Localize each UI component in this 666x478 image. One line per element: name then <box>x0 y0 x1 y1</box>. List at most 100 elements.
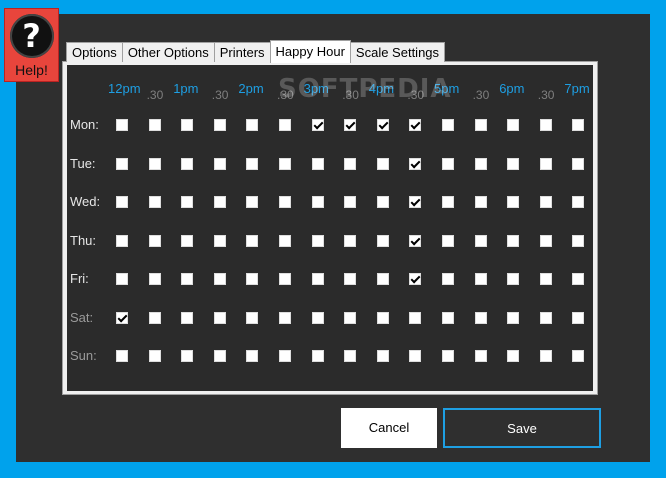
happy-hour-checkbox[interactable] <box>279 234 291 247</box>
happy-hour-checkbox[interactable] <box>213 273 226 285</box>
happy-hour-checkbox[interactable] <box>572 350 585 362</box>
happy-hour-checkbox[interactable] <box>311 157 324 170</box>
happy-hour-checkbox[interactable] <box>442 311 454 324</box>
happy-hour-checkbox[interactable] <box>311 234 324 247</box>
happy-hour-checkbox[interactable] <box>246 273 259 285</box>
save-button[interactable]: Save <box>443 408 601 448</box>
happy-hour-checkbox[interactable] <box>344 234 357 247</box>
happy-hour-checkbox[interactable] <box>442 157 454 170</box>
happy-hour-checkbox[interactable] <box>572 273 585 285</box>
happy-hour-checkbox[interactable] <box>181 119 194 131</box>
happy-hour-checkbox[interactable] <box>442 196 454 208</box>
happy-hour-checkbox[interactable] <box>507 234 520 247</box>
happy-hour-checkbox[interactable] <box>148 196 161 208</box>
happy-hour-checkbox[interactable] <box>507 350 520 362</box>
happy-hour-checkbox[interactable] <box>148 273 161 285</box>
happy-hour-checkbox[interactable] <box>279 350 291 362</box>
happy-hour-checkbox[interactable] <box>376 196 389 208</box>
help-button[interactable]: ? Help! <box>4 8 59 82</box>
happy-hour-checkbox[interactable] <box>181 196 194 208</box>
happy-hour-checkbox[interactable] <box>409 119 422 131</box>
happy-hour-checkbox[interactable] <box>344 273 357 285</box>
happy-hour-checkbox[interactable] <box>409 311 422 324</box>
happy-hour-checkbox[interactable] <box>376 234 389 247</box>
happy-hour-checkbox[interactable] <box>442 273 454 285</box>
happy-hour-checkbox[interactable] <box>344 311 357 324</box>
happy-hour-checkbox[interactable] <box>572 234 585 247</box>
happy-hour-checkbox[interactable] <box>116 157 128 170</box>
happy-hour-checkbox[interactable] <box>539 350 552 362</box>
happy-hour-checkbox[interactable] <box>572 196 585 208</box>
happy-hour-checkbox[interactable] <box>474 273 487 285</box>
happy-hour-checkbox[interactable] <box>148 157 161 170</box>
happy-hour-checkbox[interactable] <box>116 234 128 247</box>
happy-hour-checkbox[interactable] <box>279 196 291 208</box>
tab-scale-settings[interactable]: Scale Settings <box>349 42 446 62</box>
happy-hour-checkbox[interactable] <box>539 196 552 208</box>
happy-hour-checkbox[interactable] <box>213 350 226 362</box>
happy-hour-checkbox[interactable] <box>539 157 552 170</box>
happy-hour-checkbox[interactable] <box>116 119 128 131</box>
happy-hour-checkbox[interactable] <box>246 157 259 170</box>
happy-hour-checkbox[interactable] <box>474 119 487 131</box>
happy-hour-checkbox[interactable] <box>539 273 552 285</box>
happy-hour-checkbox[interactable] <box>246 350 259 362</box>
happy-hour-checkbox[interactable] <box>279 157 291 170</box>
happy-hour-checkbox[interactable] <box>507 273 520 285</box>
happy-hour-checkbox[interactable] <box>246 119 259 131</box>
happy-hour-checkbox[interactable] <box>181 273 194 285</box>
happy-hour-checkbox[interactable] <box>376 311 389 324</box>
happy-hour-checkbox[interactable] <box>507 119 520 131</box>
happy-hour-checkbox[interactable] <box>409 157 422 170</box>
happy-hour-checkbox[interactable] <box>376 350 389 362</box>
happy-hour-checkbox[interactable] <box>181 311 194 324</box>
happy-hour-checkbox[interactable] <box>213 196 226 208</box>
happy-hour-checkbox[interactable] <box>507 196 520 208</box>
happy-hour-checkbox[interactable] <box>344 119 357 131</box>
happy-hour-checkbox[interactable] <box>213 157 226 170</box>
happy-hour-checkbox[interactable] <box>246 196 259 208</box>
happy-hour-checkbox[interactable] <box>213 234 226 247</box>
happy-hour-checkbox[interactable] <box>344 157 357 170</box>
happy-hour-checkbox[interactable] <box>474 234 487 247</box>
happy-hour-checkbox[interactable] <box>409 196 422 208</box>
tab-options[interactable]: Options <box>66 42 123 62</box>
happy-hour-checkbox[interactable] <box>442 234 454 247</box>
happy-hour-checkbox[interactable] <box>474 311 487 324</box>
happy-hour-checkbox[interactable] <box>246 311 259 324</box>
happy-hour-checkbox[interactable] <box>181 157 194 170</box>
happy-hour-checkbox[interactable] <box>181 350 194 362</box>
happy-hour-checkbox[interactable] <box>376 273 389 285</box>
happy-hour-checkbox[interactable] <box>409 273 422 285</box>
happy-hour-checkbox[interactable] <box>311 311 324 324</box>
happy-hour-checkbox[interactable] <box>442 119 454 131</box>
happy-hour-checkbox[interactable] <box>539 119 552 131</box>
happy-hour-checkbox[interactable] <box>474 196 487 208</box>
happy-hour-checkbox[interactable] <box>539 311 552 324</box>
happy-hour-checkbox[interactable] <box>279 311 291 324</box>
happy-hour-checkbox[interactable] <box>246 234 259 247</box>
happy-hour-checkbox[interactable] <box>311 196 324 208</box>
happy-hour-checkbox[interactable] <box>507 157 520 170</box>
happy-hour-checkbox[interactable] <box>148 234 161 247</box>
happy-hour-checkbox[interactable] <box>507 311 520 324</box>
happy-hour-checkbox[interactable] <box>311 119 324 131</box>
happy-hour-checkbox[interactable] <box>116 273 128 285</box>
happy-hour-checkbox[interactable] <box>279 119 291 131</box>
happy-hour-checkbox[interactable] <box>311 273 324 285</box>
happy-hour-checkbox[interactable] <box>148 311 161 324</box>
happy-hour-checkbox[interactable] <box>213 311 226 324</box>
cancel-button[interactable]: Cancel <box>341 408 437 448</box>
happy-hour-checkbox[interactable] <box>116 350 128 362</box>
happy-hour-checkbox[interactable] <box>116 311 128 324</box>
happy-hour-checkbox[interactable] <box>376 157 389 170</box>
happy-hour-checkbox[interactable] <box>116 196 128 208</box>
happy-hour-checkbox[interactable] <box>572 157 585 170</box>
happy-hour-checkbox[interactable] <box>539 234 552 247</box>
tab-happy-hour[interactable]: Happy Hour <box>269 40 351 63</box>
happy-hour-checkbox[interactable] <box>572 119 585 131</box>
tab-other-options[interactable]: Other Options <box>121 42 215 62</box>
happy-hour-checkbox[interactable] <box>344 350 357 362</box>
happy-hour-checkbox[interactable] <box>572 311 585 324</box>
happy-hour-checkbox[interactable] <box>279 273 291 285</box>
